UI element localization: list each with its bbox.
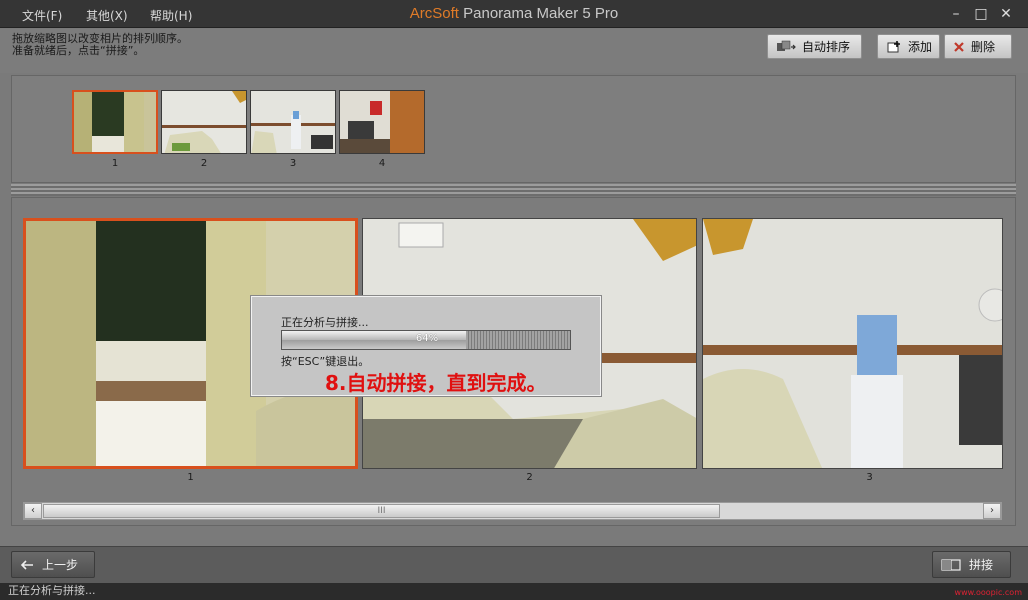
- thumbnail-image-3: [251, 91, 335, 153]
- panel-divider[interactable]: [11, 184, 1016, 196]
- photo-number-3: 3: [866, 472, 873, 483]
- horizontal-scrollbar[interactable]: ‹ III ›: [23, 502, 1002, 520]
- add-label: 添加: [908, 40, 933, 54]
- auto-sort-label: 自动排序: [802, 40, 851, 54]
- thumbnail-image-1: [74, 92, 156, 152]
- thumbnail-image-2: [162, 91, 246, 153]
- thumbnail-2[interactable]: [161, 90, 247, 154]
- app-brand: ArcSoft: [409, 5, 459, 22]
- scroll-left-icon[interactable]: ‹: [24, 503, 42, 519]
- status-text: 正在分析与拼接...: [8, 584, 96, 597]
- back-label: 上一步: [42, 558, 79, 572]
- delete-label: 删除: [971, 40, 996, 54]
- close-icon[interactable]: ✕: [996, 4, 1016, 24]
- status-bar: 正在分析与拼接... www.ooopic.com: [0, 583, 1028, 600]
- add-photo-icon: [887, 40, 900, 52]
- toolbar: 拖放缩略图以改变相片的排列顺序。 准备就绪后，点击“拼接”。 自动排序 添加 删…: [0, 29, 1028, 73]
- progress-dialog: 正在分析与拼接... 64% 按“ESC”键退出。 8.自动拼接，直到完成。: [251, 296, 601, 396]
- back-button[interactable]: 上一步: [11, 551, 95, 578]
- app-title: ArcSoft Panorama Maker 5 Pro: [0, 5, 1028, 22]
- maximize-icon[interactable]: □: [971, 4, 991, 24]
- minimize-icon[interactable]: –: [946, 4, 966, 24]
- thumbnail-number-1: 1: [111, 158, 119, 169]
- thumbnail-strip: 1 2 3 4: [11, 75, 1016, 183]
- progress-percent: 64%: [415, 333, 439, 344]
- delete-button[interactable]: 删除: [944, 34, 1012, 59]
- scroll-thumb[interactable]: III: [43, 504, 720, 518]
- photo-number-2: 2: [526, 472, 533, 483]
- add-button[interactable]: 添加: [877, 34, 940, 59]
- bottom-bar: 上一步 拼接: [0, 546, 1028, 583]
- auto-sort-button[interactable]: 自动排序: [767, 34, 862, 59]
- scroll-right-icon[interactable]: ›: [983, 503, 1001, 519]
- arrow-left-icon: [20, 559, 33, 570]
- stitch-label: 拼接: [969, 558, 994, 572]
- thumbnail-1[interactable]: [72, 90, 158, 154]
- photo-number-1: 1: [187, 472, 194, 483]
- thumbnail-3[interactable]: [250, 90, 336, 154]
- title-bar: 文件(F) 其他(X) 帮助(H) ArcSoft Panorama Maker…: [0, 0, 1028, 28]
- thumbnail-image-4: [340, 91, 424, 153]
- auto-sort-icon: [777, 40, 796, 51]
- instructions: 拖放缩略图以改变相片的排列顺序。 准备就绪后，点击“拼接”。: [12, 33, 188, 57]
- instruction-line-2: 准备就绪后，点击“拼接”。: [12, 44, 145, 57]
- progress-title: 正在分析与拼接...: [281, 316, 369, 329]
- thumbnail-number-2: 2: [200, 158, 208, 169]
- app-name: Panorama Maker 5 Pro: [458, 5, 619, 22]
- watermark: www.ooopic.com: [954, 588, 1022, 597]
- thumbnail-number-4: 4: [378, 158, 386, 169]
- thumbnail-4[interactable]: [339, 90, 425, 154]
- progress-bar: 64%: [281, 330, 571, 350]
- photo-image-3: [703, 219, 1002, 468]
- delete-icon: [954, 41, 964, 52]
- stitch-icon: [941, 558, 961, 571]
- photo-3[interactable]: [702, 218, 1003, 469]
- thumbnail-number-3: 3: [289, 158, 297, 169]
- stitch-button[interactable]: 拼接: [932, 551, 1011, 578]
- step-note: 8.自动拼接，直到完成。: [325, 371, 547, 395]
